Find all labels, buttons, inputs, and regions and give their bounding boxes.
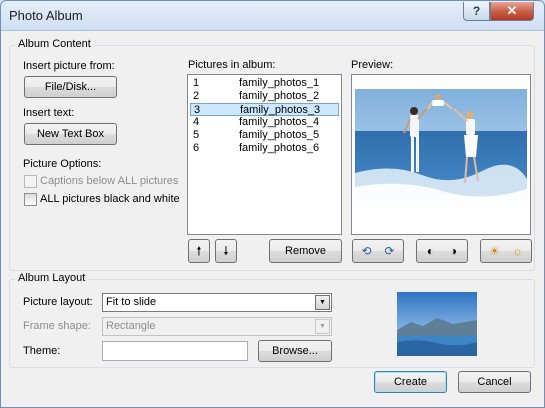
browse-button[interactable]: Browse... — [258, 340, 332, 362]
picture-list-item[interactable]: 2 family_photos_2 — [190, 90, 339, 103]
black-white-label: ALL pictures black and white — [40, 193, 180, 205]
picture-number: 2 — [193, 90, 200, 102]
layout-preview-thumbnail — [397, 292, 477, 356]
close-icon: ✕ — [506, 3, 518, 18]
insert-text-label: Insert text: — [23, 107, 75, 119]
picture-list-item[interactable]: 3 family_photos_3 — [190, 103, 339, 116]
picture-number: 3 — [194, 104, 201, 116]
rotate-left-icon[interactable]: ⟲ — [360, 244, 374, 258]
black-white-checkbox[interactable] — [24, 193, 37, 206]
create-button[interactable]: Create — [374, 371, 447, 393]
insert-picture-label: Insert picture from: — [23, 60, 115, 72]
picture-layout-select[interactable]: Fit to slide ▼ — [102, 293, 332, 312]
picture-number: 1 — [193, 77, 200, 89]
picture-list-item[interactable]: 5 family_photos_5 — [190, 129, 339, 142]
preview-label: Preview: — [351, 59, 394, 71]
rotate-right-icon[interactable]: ⟳ — [383, 244, 397, 258]
dialog-body: Album Content Insert picture from: File/… — [5, 32, 540, 405]
picture-layout-value: Fit to slide — [106, 296, 157, 308]
preview-image — [352, 75, 530, 234]
picture-name: family_photos_5 — [239, 129, 320, 141]
picture-name: family_photos_6 — [239, 142, 320, 154]
preview-pane — [351, 74, 531, 235]
arrow-up-icon: 🠕 — [196, 244, 202, 258]
close-button[interactable]: ✕ — [490, 2, 534, 21]
theme-input[interactable] — [102, 341, 248, 361]
picture-name: family_photos_3 — [240, 104, 321, 116]
title-bar: Photo Album ? ✕ — [1, 1, 544, 31]
frame-shape-label: Frame shape: — [23, 320, 91, 332]
album-layout-label: Album Layout — [15, 272, 89, 284]
chevron-down-icon: ▼ — [315, 295, 330, 310]
pictures-in-album-label: Pictures in album: — [188, 59, 276, 71]
remove-button[interactable]: Remove — [269, 239, 342, 263]
chevron-down-icon: ▼ — [315, 319, 330, 334]
move-down-button[interactable]: 🠗 — [215, 239, 237, 263]
theme-label: Theme: — [23, 345, 61, 357]
picture-list-item[interactable]: 1 family_photos_1 — [190, 77, 339, 90]
photo-album-dialog: Photo Album ? ✕ Album Content Insert pic… — [0, 0, 545, 408]
picture-layout-label: Picture layout: — [23, 296, 93, 308]
captions-label: Captions below ALL pictures — [40, 175, 179, 187]
picture-number: 4 — [193, 116, 200, 128]
brightness-up-icon[interactable]: ☀ — [488, 244, 502, 258]
move-up-button[interactable]: 🠕 — [188, 239, 210, 263]
help-button[interactable]: ? — [463, 2, 490, 21]
pictures-listbox[interactable]: 1 family_photos_1 2 family_photos_2 3 family_… — [187, 74, 342, 235]
cancel-button[interactable]: Cancel — [458, 371, 531, 393]
contrast-up-icon[interactable]: ◐ — [424, 244, 438, 258]
contrast-down-icon[interactable]: ◑ — [447, 244, 461, 258]
picture-name: family_photos_4 — [239, 116, 320, 128]
picture-number: 5 — [193, 129, 200, 141]
frame-shape-value: Rectangle — [106, 320, 156, 332]
arrow-down-icon: 🠗 — [223, 244, 229, 258]
file-disk-button[interactable]: File/Disk... — [24, 76, 117, 98]
dialog-title: Photo Album — [9, 8, 83, 23]
album-content-label: Album Content — [15, 38, 94, 50]
new-text-box-button[interactable]: New Text Box — [24, 123, 117, 145]
frame-shape-select[interactable]: Rectangle ▼ — [102, 317, 332, 336]
brightness-down-icon[interactable]: ☼ — [511, 244, 525, 258]
picture-list-item[interactable]: 4 family_photos_4 — [190, 116, 339, 129]
picture-list-item[interactable]: 6 family_photos_6 — [190, 142, 339, 155]
captions-checkbox[interactable] — [24, 175, 37, 188]
brightness-buttons: ☀ ☼ — [480, 239, 532, 263]
picture-name: family_photos_2 — [239, 90, 320, 102]
picture-name: family_photos_1 — [239, 77, 320, 89]
picture-number: 6 — [193, 142, 200, 154]
rotate-buttons: ⟲ ⟳ — [352, 239, 404, 263]
picture-options-label: Picture Options: — [23, 158, 102, 170]
contrast-buttons: ◐ ◑ — [416, 239, 468, 263]
help-icon: ? — [472, 4, 481, 18]
